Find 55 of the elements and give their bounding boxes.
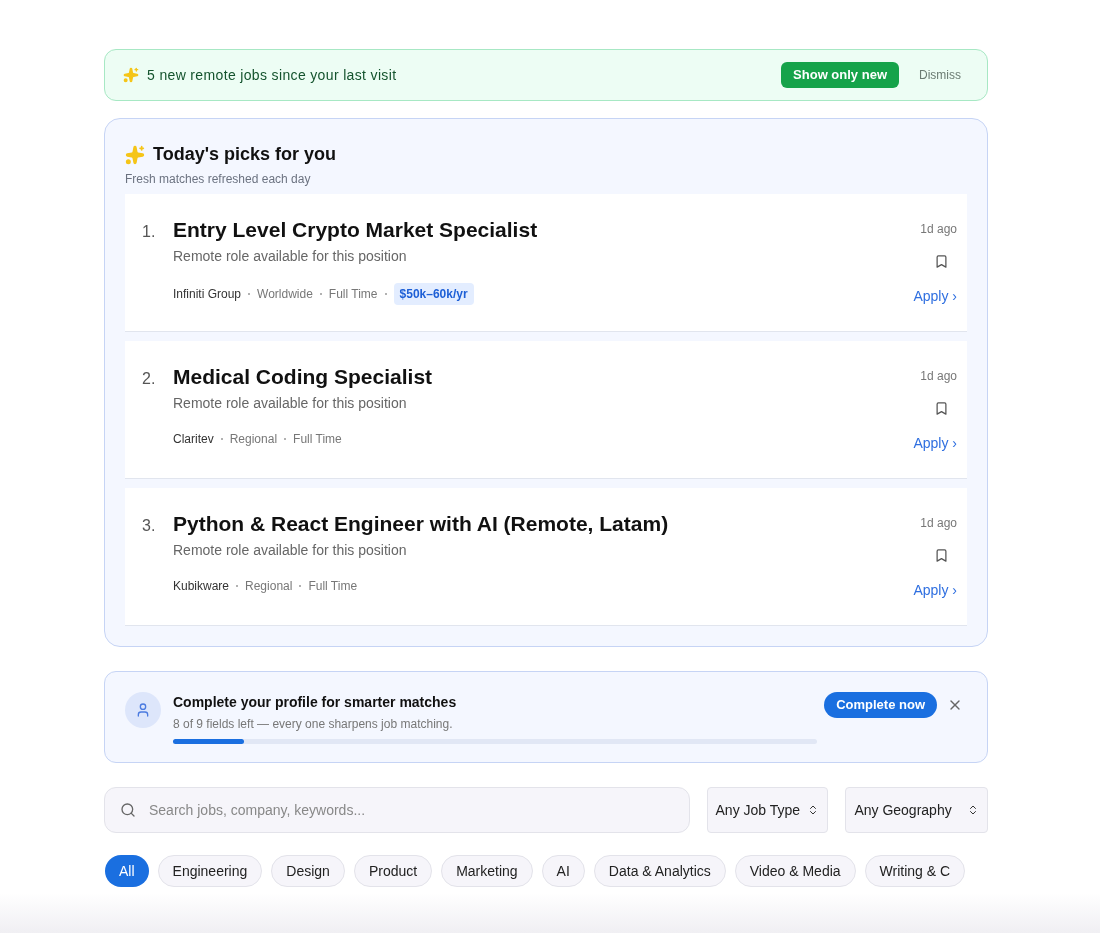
job-summary: Remote role available for this position <box>173 247 408 266</box>
sparkles-icon <box>125 144 145 165</box>
apply-link[interactable]: Apply › <box>913 433 957 454</box>
bookmark-button[interactable] <box>934 254 949 269</box>
category-chip[interactable]: Writing & C <box>864 855 966 887</box>
rank-number: 3. <box>142 516 157 536</box>
category-chip[interactable]: Product <box>353 855 433 887</box>
job-title[interactable]: Medical Coding Specialist <box>173 363 914 391</box>
filter-dropdown[interactable]: Any Geography <box>845 787 988 833</box>
banner-text: 5 new remote jobs since your last visit <box>147 65 397 85</box>
job-region: Regional <box>245 578 293 595</box>
job-title[interactable]: Python & React Engineer with AI (Remote, Latam) <box>173 510 914 538</box>
posted-age: 1d ago <box>920 368 957 385</box>
dismiss-button[interactable]: Dismiss <box>919 66 961 84</box>
rank-number: 2. <box>142 369 157 389</box>
category-chip[interactable]: Marketing <box>441 855 533 887</box>
search-field[interactable]: Search jobs, company, keywords... <box>104 787 690 833</box>
bookmark-button[interactable] <box>934 401 949 416</box>
sparkles-icon <box>123 67 139 83</box>
job-title[interactable]: Entry Level Crypto Market Specialist <box>173 216 914 244</box>
job-summary: Remote role available for this position <box>173 541 408 560</box>
profile-subtitle: 8 of 9 fields left — every one sharpens job matching. <box>173 716 454 733</box>
company-name: Kubikware <box>173 578 230 595</box>
bookmark-button[interactable] <box>934 548 949 563</box>
profile-title: Complete your profile for smarter matches <box>173 693 458 712</box>
picks-title: Today's picks for you <box>153 143 336 166</box>
complete-now-button[interactable]: Complete now <box>824 692 937 718</box>
filter-dropdown[interactable]: Any Job Type <box>706 787 829 833</box>
job-type: Full Time <box>328 286 378 303</box>
search-icon <box>120 802 136 818</box>
apply-link[interactable]: Apply › <box>913 580 957 601</box>
company-name: Infiniti Group <box>173 286 242 303</box>
picks-subtitle: Fresh matches refreshed each day <box>125 171 312 188</box>
chevrons-icon <box>967 804 979 816</box>
job-summary: Remote role available for this position <box>173 394 408 413</box>
job-card[interactable]: 3. Python & React Engineer with AI (Remote, Latam) Remote role available for this position Kubikware Regional Full Time 1d ago Apply › <box>125 488 967 626</box>
job-region: Worldwide <box>257 286 313 303</box>
user-avatar-icon <box>125 692 161 728</box>
category-chip[interactable]: Engineering <box>157 855 263 887</box>
category-chip[interactable]: Data & Analytics <box>593 855 726 887</box>
category-chip[interactable]: AI <box>541 855 585 887</box>
rank-number: 1. <box>142 222 157 242</box>
job-type: Full Time <box>308 578 358 595</box>
job-region: Regional <box>229 431 278 448</box>
category-chip[interactable]: All <box>105 855 149 887</box>
posted-age: 1d ago <box>920 221 957 238</box>
company-name: Claritev <box>173 431 214 448</box>
job-card[interactable]: 2. Medical Coding Specialist Remote role available for this position Claritev Regional Full Time 1d ago Apply › <box>125 341 967 479</box>
category-chip[interactable]: Video & Media <box>734 855 856 887</box>
job-card[interactable]: 1. Entry Level Crypto Market Specialist Remote role available for this position Infiniti Group Worldwide Full Time $50k–60k/yr 1d ago Apply › <box>125 194 967 332</box>
posted-age: 1d ago <box>920 515 957 532</box>
salary-tag: $50k–60k/yr <box>393 283 474 305</box>
job-type: Full Time <box>293 431 342 448</box>
apply-link[interactable]: Apply › <box>913 286 957 307</box>
category-chip[interactable]: Design <box>271 855 345 887</box>
